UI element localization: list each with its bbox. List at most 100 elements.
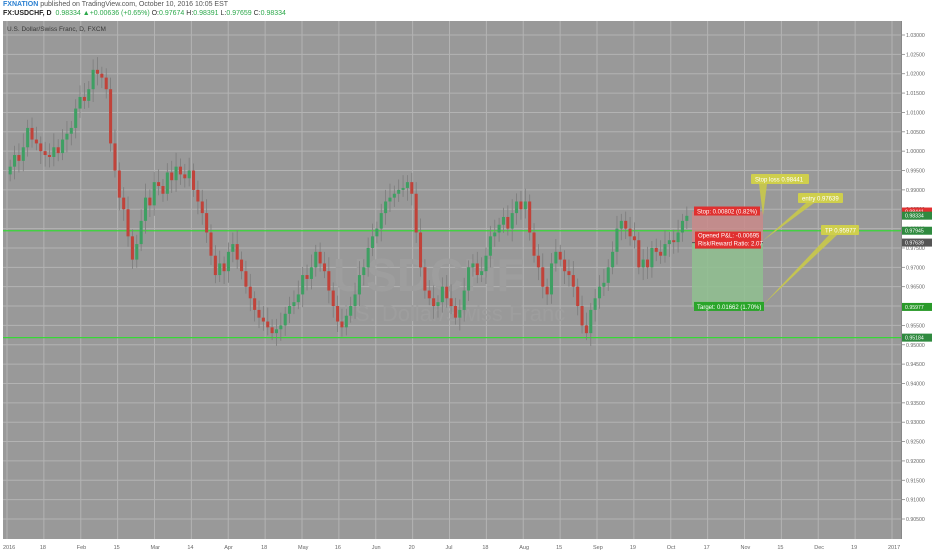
- x-tick-label: 20: [409, 545, 415, 551]
- candle-body: [571, 275, 575, 287]
- candle-body: [462, 290, 466, 310]
- price-change: +0.00636 (+0.65%): [89, 10, 150, 17]
- callout-annotations[interactable]: Stop loss 0.98441 entry 0.97639 TP 0.95977: [751, 174, 859, 305]
- candle-body: [218, 263, 222, 276]
- candle-body: [611, 251, 615, 268]
- publish-info: FXNATION published on TradingView.com, O…: [3, 1, 228, 8]
- candle-body: [676, 232, 680, 243]
- candle-body: [283, 313, 287, 326]
- candle-body: [497, 224, 501, 233]
- candle-body: [305, 275, 309, 279]
- candle-body: [632, 236, 636, 241]
- ohlc-header: FX:USDCHF, D 0.98334 ▲+0.00636 (+0.65%) …: [3, 10, 286, 17]
- candle-body: [405, 182, 409, 188]
- callout-text: entry 0.97639: [802, 197, 839, 203]
- candle-body: [344, 315, 348, 328]
- candle-body: [523, 201, 527, 210]
- candle-body: [113, 143, 117, 171]
- candle-body: [528, 201, 532, 233]
- candle-body: [56, 147, 60, 154]
- close-value: 0.98334: [260, 10, 286, 17]
- x-tick-label: 15: [777, 545, 783, 551]
- candle-body: [122, 197, 126, 210]
- symbol-label: FX:USDCHF, D: [3, 10, 52, 17]
- candle-body: [427, 290, 431, 299]
- candle-body: [440, 286, 444, 303]
- price-badge-label: 0.95977: [905, 305, 924, 311]
- candle-body: [419, 232, 423, 268]
- chart-plot-area[interactable]: USDCHF U.S. Dollar/Swiss Franc Stop: 0.0…: [3, 21, 901, 539]
- x-tick-label: May: [298, 545, 309, 551]
- candle-body: [488, 236, 492, 256]
- candle-body: [183, 174, 187, 179]
- candle-body: [248, 286, 252, 299]
- candle-body: [659, 251, 663, 256]
- price-axis[interactable]: 1.03000 1.02500 1.02000 1.01500 1.01000 1.005…: [901, 21, 932, 539]
- candle-body: [549, 263, 554, 295]
- candle-body: [270, 327, 274, 334]
- target-label-text: Target: 0.01662 (1.70%): [697, 305, 761, 311]
- candle-body: [30, 127, 34, 140]
- up-arrow-icon: ▲: [82, 10, 90, 17]
- candle-body: [432, 298, 436, 307]
- candle-body: [261, 317, 265, 322]
- callout-pointer: [759, 184, 767, 216]
- callout-text: TP 0.95977: [825, 229, 857, 235]
- x-tick-label: 19: [630, 545, 636, 551]
- y-tick-label: 0.97500: [906, 246, 925, 252]
- candle-body: [597, 286, 602, 299]
- candle-body: [143, 197, 148, 221]
- candle-body: [296, 294, 300, 303]
- candle-body: [100, 73, 104, 78]
- candle-body: [213, 255, 217, 276]
- y-tick-label: 1.01500: [906, 91, 925, 97]
- candle-body: [366, 247, 370, 268]
- candle-body: [109, 89, 113, 144]
- y-tick-label: 0.91500: [906, 478, 925, 484]
- position-tool[interactable]: Stop: 0.00802 (0.82%) Target: 0.01662 (1.…: [692, 206, 764, 311]
- price-badge-label: 0.97639: [905, 241, 924, 247]
- y-tick-label: 0.91000: [906, 498, 925, 504]
- candle-body: [17, 155, 21, 161]
- candle-body: [340, 321, 344, 328]
- callout-3: TP 0.95977: [763, 225, 859, 305]
- candle-body: [244, 271, 248, 287]
- candle-body: [336, 306, 340, 322]
- y-tick-label: 0.95000: [906, 343, 925, 349]
- candle-body: [130, 236, 134, 260]
- x-tick-label: Sep: [593, 545, 603, 551]
- candlestick-chart[interactable]: USDCHF U.S. Dollar/Swiss Franc Stop: 0.0…: [3, 21, 901, 539]
- candle-body: [510, 213, 514, 229]
- candle-body: [423, 267, 427, 291]
- y-tick-label: 1.00000: [906, 149, 925, 155]
- candle-body: [253, 298, 257, 310]
- candle-body: [349, 306, 353, 316]
- y-tick-label: 1.02000: [906, 72, 925, 78]
- y-tick-label: 0.99500: [906, 169, 925, 175]
- callout-pointer: [763, 235, 837, 305]
- x-tick-label: 14: [187, 545, 193, 551]
- candle-body: [139, 220, 143, 245]
- candle-body: [152, 182, 156, 206]
- low-value: 0.97659: [226, 10, 252, 17]
- y-tick-label: 0.94500: [906, 362, 925, 368]
- stop-label: Stop: 0.00802 (0.82%): [694, 206, 760, 216]
- price-badge-label: 0.98334: [905, 214, 924, 220]
- close-label: C:: [253, 10, 261, 17]
- candle-body: [650, 247, 654, 268]
- x-tick-label: 18: [40, 545, 46, 551]
- x-tick-label: 18: [482, 545, 488, 551]
- candle-body: [493, 232, 497, 237]
- x-tick-label: 17: [704, 545, 710, 551]
- candle-body: [628, 228, 632, 237]
- candle-body: [563, 259, 567, 272]
- candle-body: [266, 321, 270, 328]
- candle-body: [475, 263, 479, 276]
- candle-body: [226, 251, 230, 272]
- open-label: O:: [151, 10, 159, 17]
- x-tick-label: Jul: [446, 545, 453, 551]
- publisher-name[interactable]: FXNATION: [3, 1, 38, 8]
- open-value: 0.97674: [159, 10, 185, 17]
- time-axis[interactable]: 2016 18 Feb 15 Mar 14 Apr 18 May 16 Jun 20 Jul 18 Aug 1…: [3, 539, 901, 551]
- candle-body: [47, 155, 51, 157]
